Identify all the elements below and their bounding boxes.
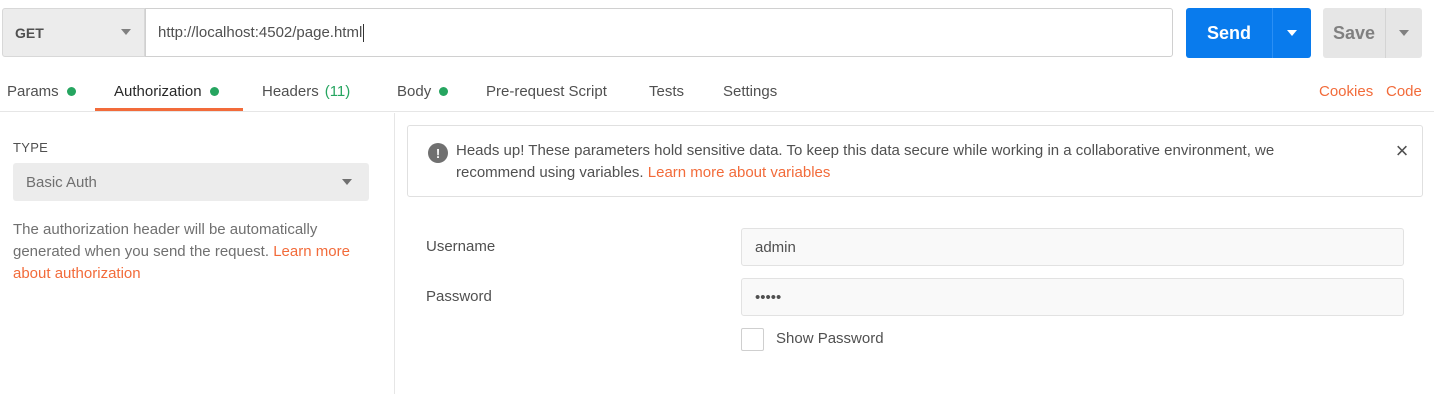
banner-text: Heads up! These parameters hold sensitiv… [456, 142, 1275, 181]
status-dot-icon [209, 86, 219, 96]
save-button-group[interactable]: Save [1323, 8, 1422, 58]
chevron-down-icon [121, 29, 131, 35]
tab-settings[interactable]: Settings [723, 70, 777, 112]
tab-headers[interactable]: Headers (11) [262, 70, 350, 112]
status-dot-icon [439, 86, 449, 96]
tab-pre-request-script[interactable]: Pre-request Script [486, 70, 607, 112]
method-select[interactable]: GET [2, 8, 145, 57]
cookies-link[interactable]: Cookies [1319, 70, 1373, 112]
username-label: Username [426, 238, 496, 255]
tab-label: Pre-request Script [486, 82, 607, 100]
banner-message: Heads up! These parameters hold sensitiv… [456, 140, 1356, 184]
status-dot-icon [66, 86, 76, 96]
auth-description-text: The authorization header will be automat… [13, 221, 318, 260]
active-tab-indicator [95, 108, 243, 111]
tab-label: Body [397, 82, 432, 100]
username-value: admin [755, 238, 796, 256]
save-dropdown-chevron-icon[interactable] [1386, 8, 1422, 58]
headers-count: (11) [324, 82, 351, 100]
show-password-checkbox[interactable] [741, 328, 764, 351]
tab-params[interactable]: Params [7, 70, 76, 112]
info-icon: ! [428, 143, 448, 163]
method-value: GET [15, 24, 44, 41]
show-password-label[interactable]: Show Password [776, 330, 884, 347]
password-field[interactable]: ••••• [741, 278, 1404, 316]
close-icon[interactable]: × [1393, 138, 1411, 163]
auth-type-select[interactable]: Basic Auth [13, 163, 369, 201]
send-button[interactable]: Send [1186, 8, 1272, 58]
password-label: Password [426, 288, 492, 305]
tab-label: Headers [262, 82, 319, 100]
url-input[interactable]: http://localhost:4502/page.html [145, 8, 1173, 57]
auth-description: The authorization header will be automat… [13, 219, 373, 285]
auth-type-value: Basic Auth [26, 173, 97, 191]
save-button[interactable]: Save [1323, 8, 1385, 58]
username-field[interactable]: admin [741, 228, 1404, 266]
learn-more-variables-link[interactable]: Learn more about variables [648, 164, 831, 181]
send-dropdown-chevron-icon[interactable] [1273, 8, 1311, 58]
type-label: TYPE [13, 140, 49, 155]
tab-authorization[interactable]: Authorization [114, 70, 219, 112]
tab-label: Tests [649, 82, 685, 100]
text-cursor [363, 23, 365, 42]
url-value: http://localhost:4502/page.html [158, 24, 363, 41]
sensitive-data-banner: ! Heads up! These parameters hold sensit… [407, 125, 1423, 197]
tab-label: Settings [723, 82, 778, 100]
tab-label: Authorization [114, 82, 202, 100]
password-value: ••••• [755, 288, 782, 306]
tab-body[interactable]: Body [397, 70, 449, 112]
auth-type-panel: TYPE Basic Auth The authorization header… [0, 113, 395, 394]
request-tabs: Params Authorization Headers (11) Body Pr… [0, 70, 1434, 112]
chevron-down-icon [342, 179, 352, 185]
tab-label: Params [7, 82, 59, 100]
code-link[interactable]: Code [1386, 70, 1422, 112]
send-button-group[interactable]: Send [1186, 8, 1311, 58]
tab-tests[interactable]: Tests [649, 70, 684, 112]
